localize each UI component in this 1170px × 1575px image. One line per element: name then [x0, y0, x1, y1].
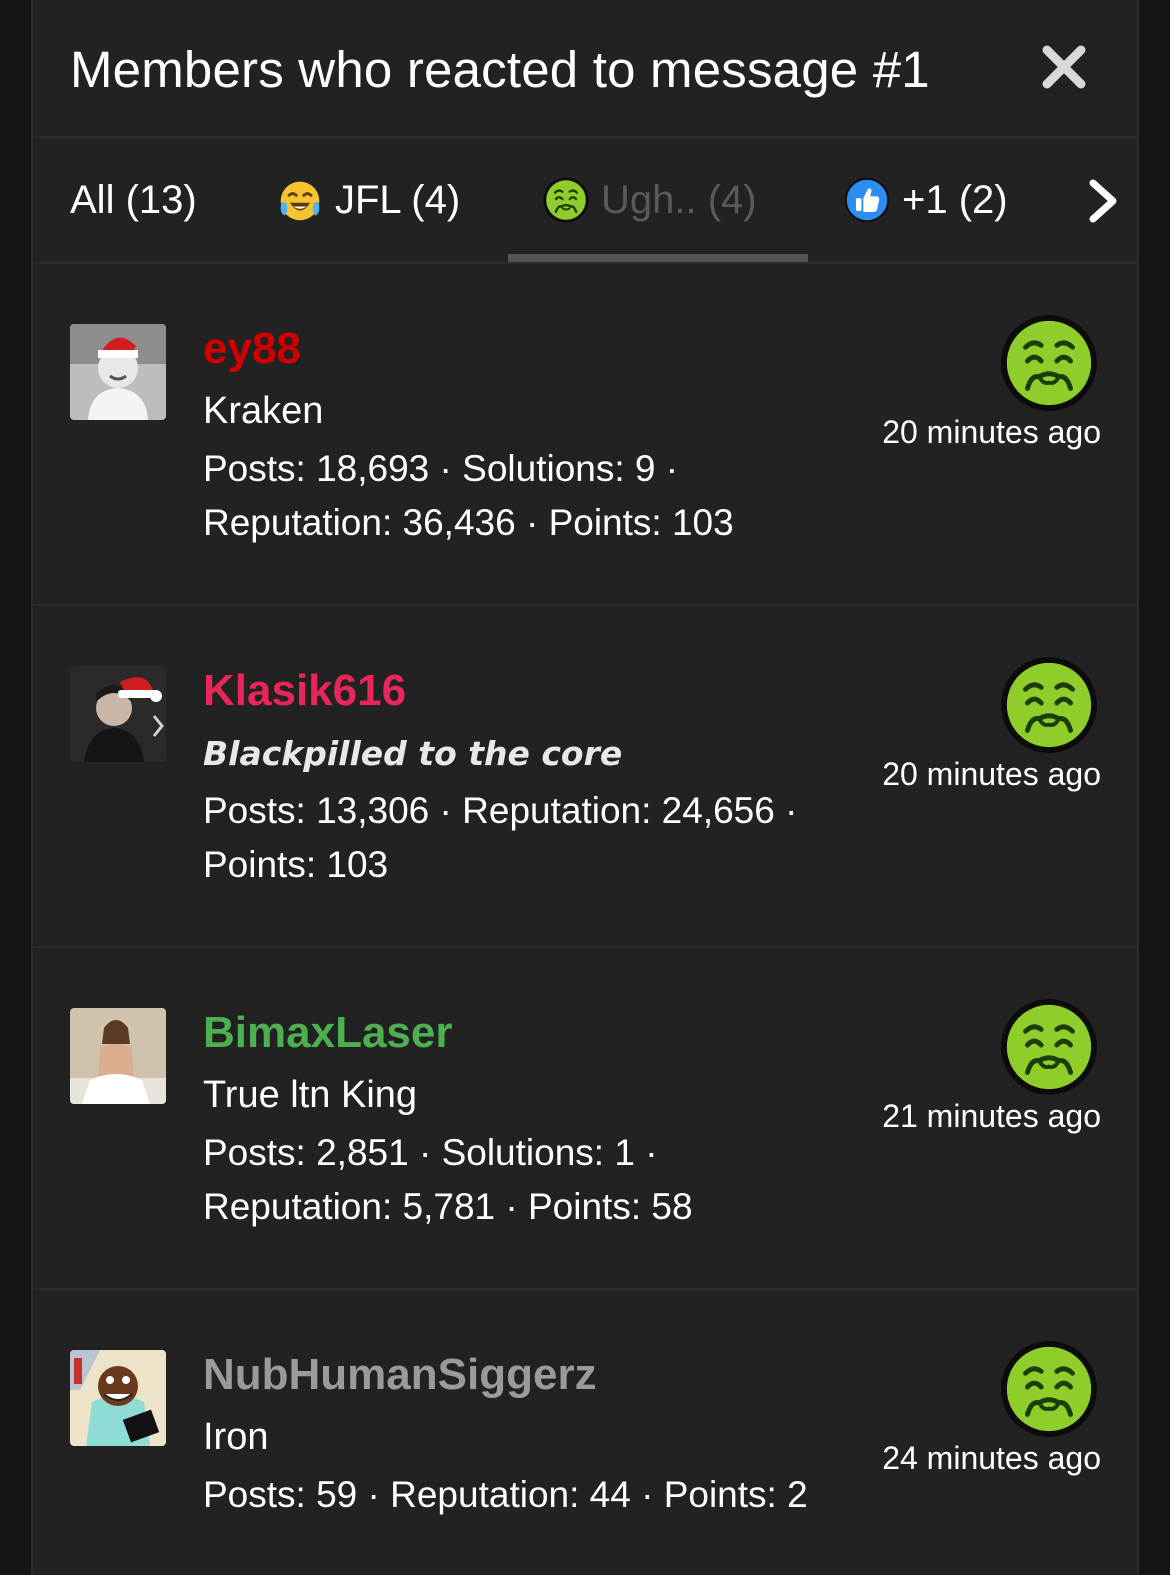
thumbs-up-icon	[844, 177, 890, 223]
member-stats-line: Points: 103	[203, 844, 389, 885]
reactions-dialog: Members who reacted to message #1 All (1…	[31, 0, 1139, 1575]
member-stats-line: Posts: 2,851 · Solutions: 1 ·	[203, 1132, 658, 1173]
reaction-time: 21 minutes ago	[882, 1098, 1101, 1134]
avatar[interactable]	[70, 324, 166, 420]
tabs-next-button[interactable]	[1083, 178, 1123, 224]
page-backdrop-left	[0, 0, 31, 1575]
member-username[interactable]: ey88	[203, 324, 301, 374]
member-row: NubHumanSiggerz Iron Posts: 59 · Reputat…	[33, 1290, 1137, 1575]
chevron-right-icon	[1089, 179, 1117, 223]
member-user-title: True ltn King	[203, 1074, 418, 1116]
member-stats: Posts: 13,306 · Reputation: 24,656 · Poi…	[203, 784, 863, 892]
page-backdrop-right	[1139, 0, 1170, 1575]
tab-ugh-label: Ugh.. (4)	[601, 177, 757, 222]
reaction-time: 20 minutes ago	[882, 414, 1101, 450]
member-row: Klasik616 Blackpilled to the core Posts:…	[33, 606, 1137, 948]
member-row: BimaxLaser True ltn King Posts: 2,851 · …	[33, 948, 1137, 1290]
nauseated-emoji-icon	[1000, 1340, 1098, 1438]
tab-plus-one-label: +1 (2)	[902, 177, 1008, 222]
member-username[interactable]: NubHumanSiggerz	[203, 1350, 597, 1400]
tears-of-joy-emoji-icon	[280, 181, 320, 221]
dialog-header: Members who reacted to message #1	[33, 0, 1137, 138]
avatar[interactable]	[70, 1350, 166, 1446]
member-stats: Posts: 18,693 · Solutions: 9 · Reputatio…	[203, 442, 863, 550]
avatar[interactable]	[70, 1008, 166, 1104]
member-stats-line: Posts: 13,306 · Reputation: 24,656 ·	[203, 790, 798, 831]
reaction-time: 24 minutes ago	[882, 1440, 1101, 1476]
member-user-title: Iron	[203, 1416, 269, 1458]
tab-jfl-label: JFL (4)	[335, 177, 461, 222]
nauseated-emoji-icon	[1000, 314, 1098, 412]
member-user-title: Kraken	[203, 390, 324, 432]
avatar[interactable]	[70, 666, 166, 762]
member-username[interactable]: BimaxLaser	[203, 1008, 452, 1058]
member-stats: Posts: 59 · Reputation: 44 · Points: 2	[203, 1468, 863, 1522]
active-tab-indicator	[508, 254, 808, 262]
tab-plus-one[interactable]: +1 (2)	[844, 138, 1008, 262]
member-row: ey88 Kraken Posts: 18,693 · Solutions: 9…	[33, 264, 1137, 606]
close-button[interactable]	[1039, 42, 1089, 92]
reaction-tabs: All (13) JFL (4) Ugh.. (4) +1 (2)	[33, 138, 1137, 264]
dialog-title: Members who reacted to message #1	[70, 41, 930, 98]
member-list: ey88 Kraken Posts: 18,693 · Solutions: 9…	[33, 264, 1137, 1575]
member-stats-line: Reputation: 5,781 · Points: 58	[203, 1186, 693, 1227]
nauseated-emoji-icon	[543, 177, 589, 223]
member-stats-line: Reputation: 36,436 · Points: 103	[203, 502, 734, 543]
member-username[interactable]: Klasik616	[203, 666, 406, 716]
member-stats-line: Posts: 18,693 · Solutions: 9 ·	[203, 448, 679, 489]
tab-all[interactable]: All (13)	[70, 138, 197, 262]
member-stats: Posts: 2,851 · Solutions: 1 · Reputation…	[203, 1126, 863, 1234]
nauseated-emoji-icon	[1000, 656, 1098, 754]
tab-ugh[interactable]: Ugh.. (4)	[543, 138, 757, 262]
member-stats-line: Posts: 59 · Reputation: 44 · Points: 2	[203, 1474, 808, 1515]
nauseated-emoji-icon	[1000, 998, 1098, 1096]
tab-jfl[interactable]: JFL (4)	[277, 138, 460, 262]
member-user-title: Blackpilled to the core	[203, 734, 623, 773]
tab-all-label: All (13)	[70, 177, 197, 222]
reaction-time: 20 minutes ago	[882, 756, 1101, 792]
close-icon	[1042, 45, 1086, 89]
